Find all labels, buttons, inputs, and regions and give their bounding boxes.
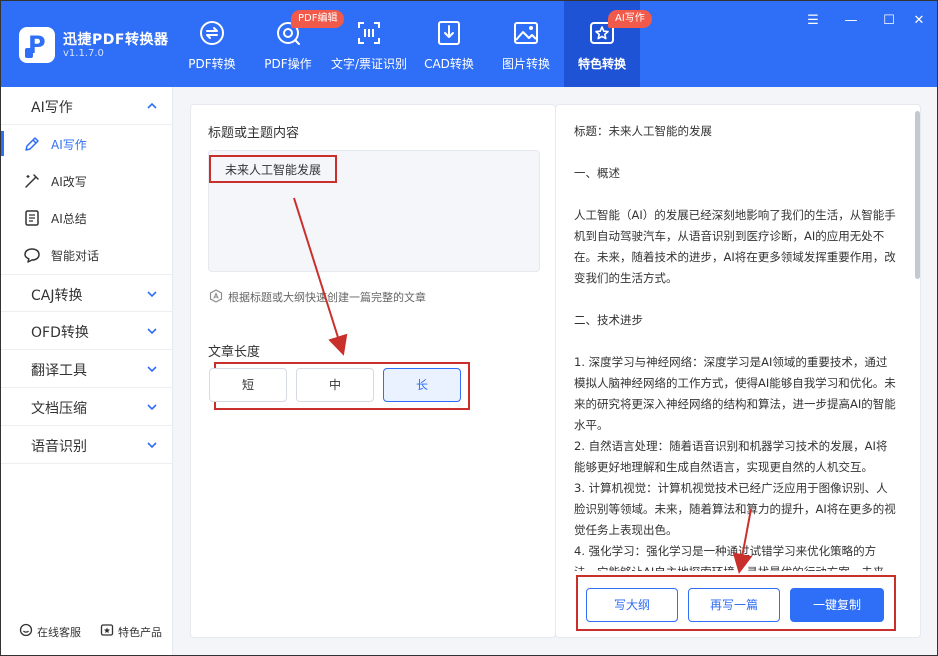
length-short-button[interactable]: 短 [209, 368, 287, 402]
input-panel: 标题或主题内容 未来人工智能发展 根据标题或大纲快速创建一篇完整的文章 文章长度… [190, 104, 556, 638]
topic-value: 未来人工智能发展 [209, 155, 337, 183]
footer-label: 在线客服 [37, 626, 81, 639]
sidebar: AI写作 AI写作 AI改写 AI总结 智能对话 CAJ转换 OFD转换 翻译工… [1, 87, 173, 655]
section-label: AI写作 [31, 100, 73, 116]
app-logo: P [19, 27, 55, 63]
section-label: 翻译工具 [31, 363, 87, 379]
article-heading: 二、技术进步 [574, 313, 643, 327]
sidebar-section-translate[interactable]: 翻译工具 [1, 350, 172, 388]
cad-icon [438, 21, 460, 45]
footer-label: 特色产品 [118, 626, 162, 639]
tab-image[interactable]: 图片转换 [491, 1, 561, 87]
badge-ai-writing: AI写作 [608, 10, 652, 28]
section-label: 文档压缩 [31, 401, 87, 417]
product-icon [100, 624, 114, 636]
image-icon [514, 22, 538, 44]
maximize-icon[interactable]: ☐ [881, 13, 897, 29]
sidebar-item-label: AI改写 [51, 175, 87, 189]
tab-cad[interactable]: CAD转换 [417, 1, 481, 87]
sidebar-item-ai-summary[interactable]: AI总结 [1, 199, 172, 236]
tab-pdf-convert[interactable]: PDF转换 [177, 1, 247, 87]
pen-icon [25, 137, 39, 151]
chevron-up-icon [147, 102, 157, 109]
text-recognize-icon [358, 22, 380, 44]
tab-label: PDF操作 [264, 57, 312, 71]
sidebar-section-ofd[interactable]: OFD转换 [1, 312, 172, 350]
scrollbar-thumb[interactable] [915, 111, 920, 279]
article-heading: 一、概述 [574, 166, 620, 180]
length-label: 文章长度 [208, 345, 261, 360]
section-label: 语音识别 [31, 439, 87, 455]
article-title: 标题：未来人工智能的发展 [574, 124, 712, 138]
sidebar-section-speech[interactable]: 语音识别 [1, 426, 172, 464]
sidebar-section-caj[interactable]: CAJ转换 [1, 274, 172, 312]
chevron-down-icon [147, 328, 157, 335]
magic-wand-icon [25, 174, 39, 188]
app-window: P 迅捷PDF转换器 v1.1.7.0 PDF转换 PDF操作 PDF编辑 文字… [0, 0, 938, 656]
app-version: v1.1.7.0 [63, 48, 104, 59]
app-name: 迅捷PDF转换器 [63, 32, 169, 48]
article-content: 标题：未来人工智能的发展 一、概述 人工智能（AI）的发展已经深刻地影响了我们的… [574, 105, 898, 571]
section-label: CAJ转换 [31, 288, 83, 304]
support-icon [19, 623, 33, 637]
tab-text-recognize[interactable]: 文字/票证识别 [327, 1, 411, 87]
chevron-down-icon [147, 366, 157, 373]
sidebar-section-ai-writing[interactable]: AI写作 [1, 87, 172, 125]
chevron-down-icon [147, 404, 157, 411]
length-medium-button[interactable]: 中 [296, 368, 374, 402]
topic-label: 标题或主题内容 [208, 126, 300, 141]
tab-label: 文字/票证识别 [330, 57, 408, 71]
sidebar-item-ai-writing[interactable]: AI写作 [1, 125, 172, 162]
sidebar-section-compress[interactable]: 文档压缩 [1, 388, 172, 426]
sidebar-item-smart-chat[interactable]: 智能对话 [1, 236, 172, 273]
article-scrollbar[interactable] [913, 105, 920, 571]
article-paragraph: 2. 自然语言处理：随着语音识别和机器学习技术的发展，AI将能够更好地理解和生成… [574, 439, 888, 474]
copy-all-button[interactable]: 一键复制 [790, 588, 884, 622]
write-outline-button[interactable]: 写大纲 [586, 588, 678, 622]
sidebar-item-label: AI总结 [51, 212, 87, 226]
sidebar-item-ai-rewrite[interactable]: AI改写 [1, 162, 172, 199]
chat-icon [24, 248, 40, 263]
chevron-down-icon [147, 442, 157, 449]
tab-label: PDF转换 [188, 57, 236, 71]
section-label: OFD转换 [31, 325, 89, 341]
article-paragraph: 1. 深度学习与神经网络：深度学习是AI领域的重要技术，通过模拟人脑神经网络的工… [574, 355, 896, 432]
chevron-down-icon [147, 291, 157, 298]
tab-label: 图片转换 [501, 57, 550, 71]
sidebar-item-label: AI写作 [51, 138, 87, 152]
top-bar: P 迅捷PDF转换器 v1.1.7.0 PDF转换 PDF操作 PDF编辑 文字… [1, 1, 937, 87]
result-panel: 标题：未来人工智能的发展 一、概述 人工智能（AI）的发展已经深刻地影响了我们的… [555, 104, 921, 638]
article-paragraph: 3. 计算机视觉：计算机视觉技术已经广泛应用于图像识别、人脸识别等领域。未来，随… [574, 481, 896, 537]
article-paragraph: 4. 强化学习：强化学习是一种通过试错学习来优化策略的方法，它能够让AI自主地探… [574, 544, 884, 571]
summary-icon [25, 210, 39, 226]
hint-text: 根据标题或大纲快速创建一篇完整的文章 [228, 291, 426, 304]
menu-icon[interactable]: ☰ [805, 13, 821, 29]
sidebar-item-label: 智能对话 [51, 249, 100, 263]
topic-textarea[interactable]: 未来人工智能发展 [208, 150, 540, 272]
pdf-convert-icon [200, 21, 224, 45]
length-long-button[interactable]: 长 [383, 368, 461, 402]
ai-hint-icon [209, 289, 223, 303]
tab-label: CAD转换 [424, 57, 474, 71]
tab-label: 特色转换 [577, 57, 626, 71]
close-icon[interactable]: ✕ [911, 13, 927, 29]
article-paragraph: 人工智能（AI）的发展已经深刻地影响了我们的生活，从智能手机到自动驾驶汽车，从语… [574, 208, 896, 285]
minimize-icon[interactable]: — [843, 13, 859, 29]
rewrite-button[interactable]: 再写一篇 [688, 588, 780, 622]
